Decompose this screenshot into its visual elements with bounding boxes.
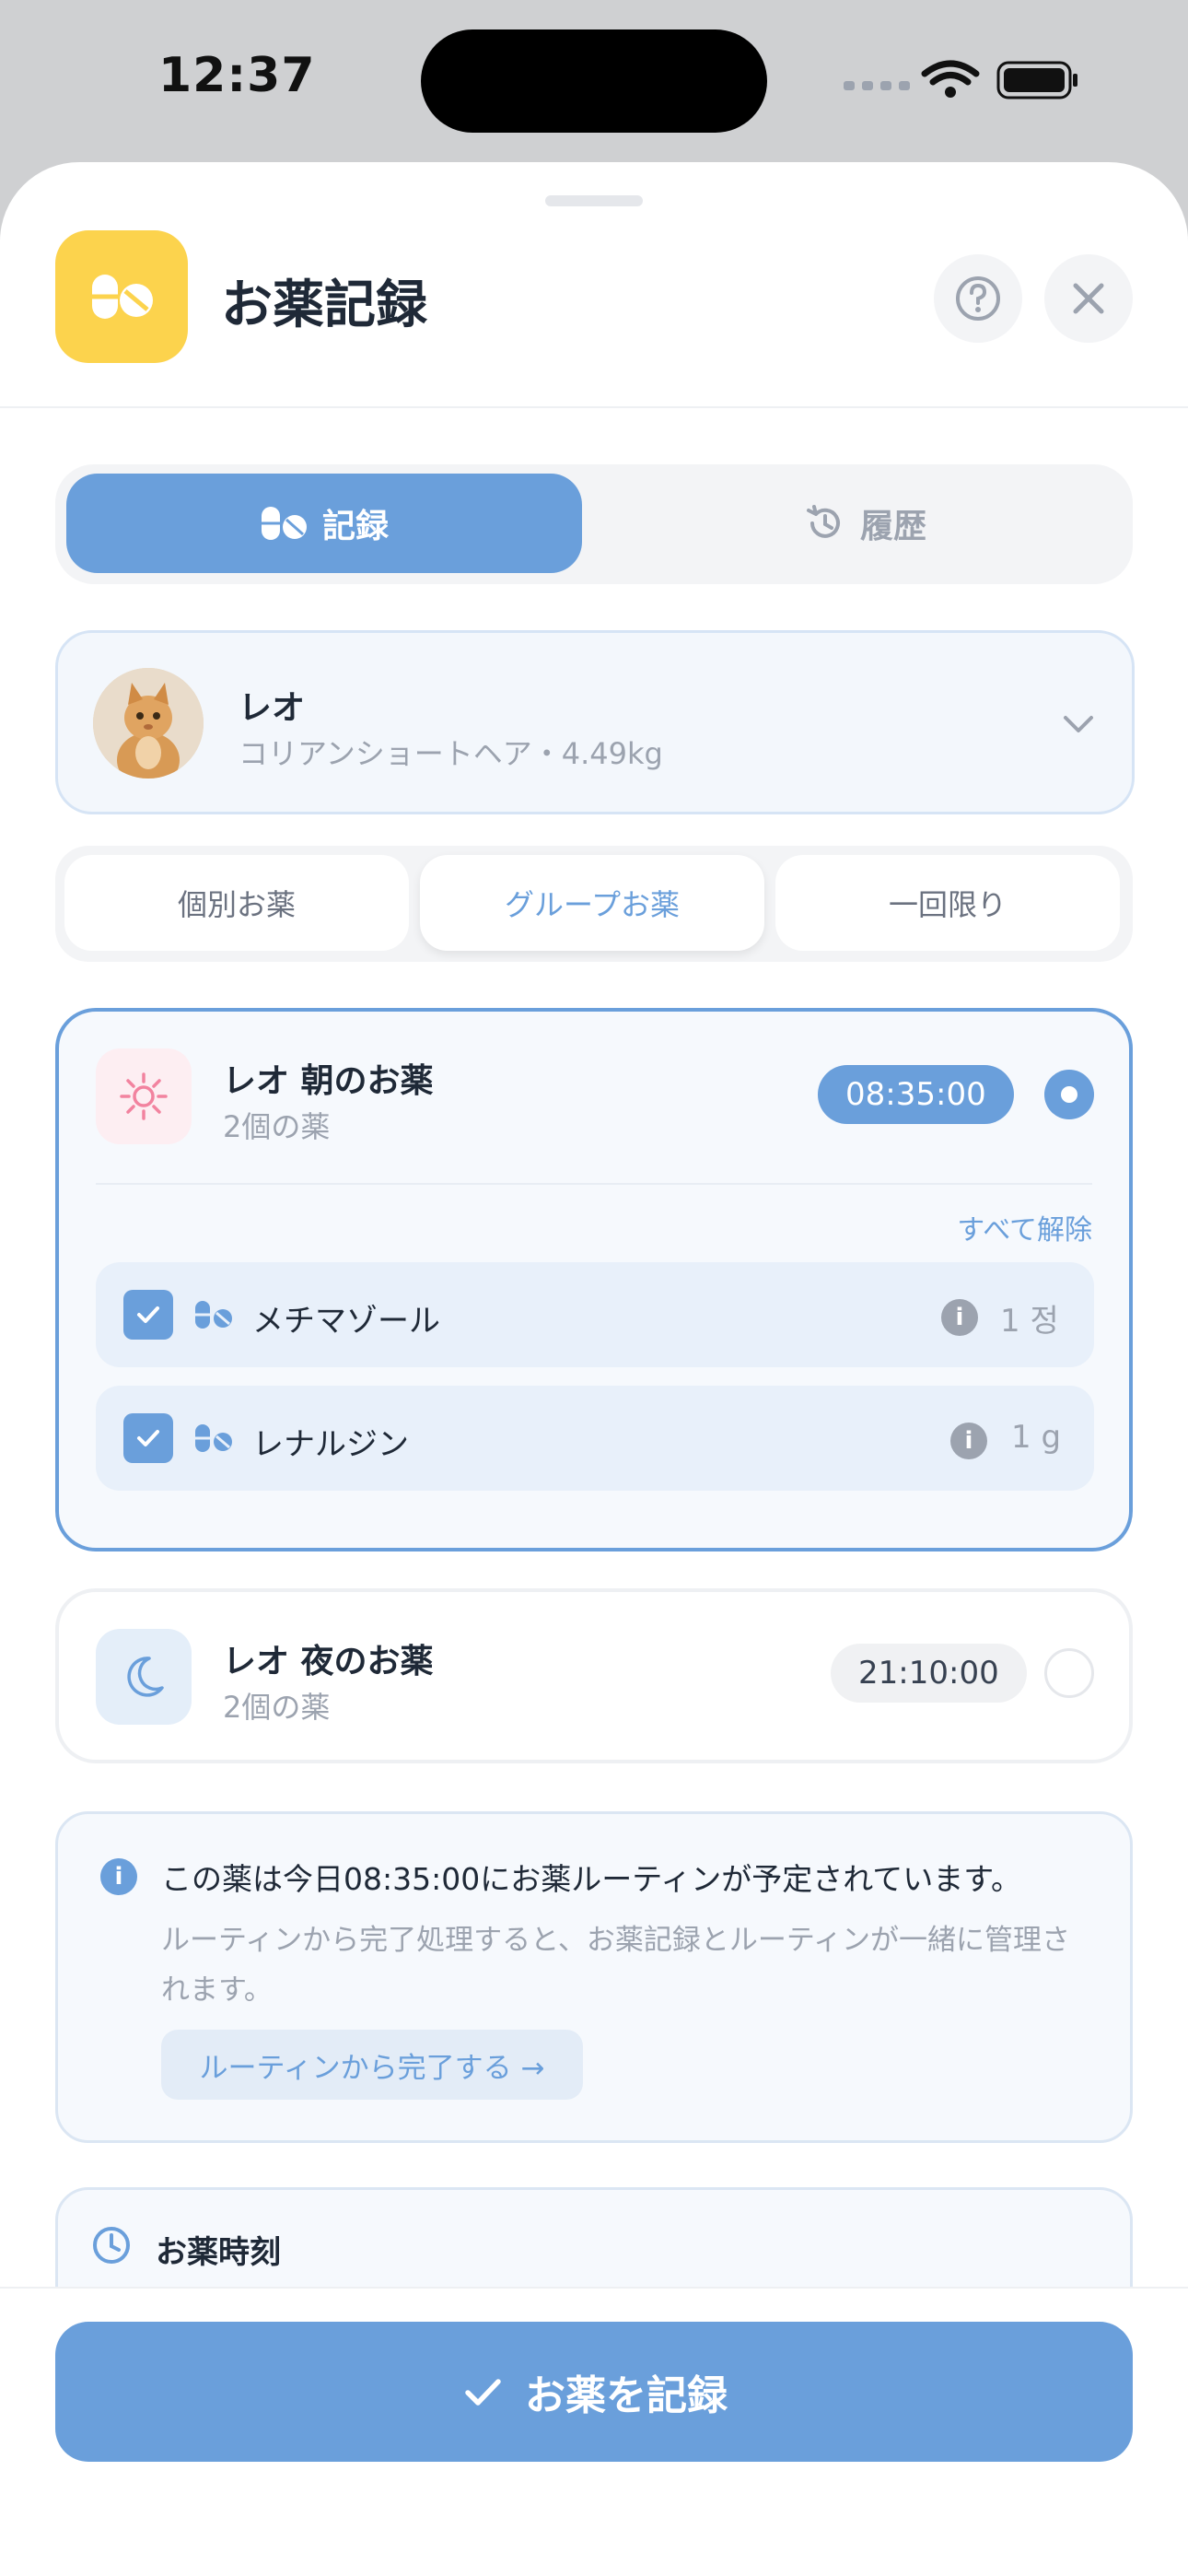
tab-one-time[interactable]: 一回限り [775, 855, 1120, 951]
group-select-radio[interactable] [1044, 1070, 1094, 1119]
group-select-radio[interactable] [1044, 1648, 1094, 1698]
record-tab-label: 記録 [321, 508, 389, 545]
notice-sub-text: ルーティンから完了処理すると、お薬記録とルーティンが一緒に管理されます。 [161, 1924, 1071, 2007]
group-name: レオ 夜のお薬 [223, 1643, 434, 1680]
pill-icon [195, 1301, 232, 1329]
pet-name: レオ [239, 689, 306, 727]
battery-icon [996, 61, 1077, 100]
status-time: 12:37 [158, 48, 316, 103]
page-title: お薬記録 [221, 275, 427, 335]
group-med-count: 2個の薬 [223, 1109, 331, 1144]
medication-sheet: お薬記録 記録 履歴 レオ コリアンショートヘア・4.49kg 個別お薬 グルー… [0, 162, 1188, 2576]
info-icon: i [100, 1858, 137, 1895]
question-icon [956, 276, 1000, 321]
close-button[interactable] [1044, 254, 1133, 343]
history-tab-label: 履歴 [859, 508, 926, 545]
routine-notice: i この薬は今日08:35:00にお薬ルーティンが予定されています。 ルーティン… [55, 1811, 1133, 2143]
medication-dose: 1 g [1011, 1419, 1062, 1456]
medication-type-tabs: 個別お薬 グループお薬 一回限り [55, 846, 1133, 962]
check-icon [137, 1306, 159, 1323]
pet-avatar [93, 668, 204, 779]
pill-app-icon [55, 230, 188, 363]
record-button-label: お薬を記録 [525, 2372, 728, 2419]
cellular-icon [844, 81, 910, 90]
deselect-all-button[interactable]: すべて解除 [957, 1207, 1092, 1247]
record-medication-button[interactable]: お薬を記録 [55, 2322, 1133, 2462]
medication-name: メチマゾール [252, 1303, 440, 1340]
check-icon [137, 1430, 159, 1446]
group-time-pill[interactable]: 08:35:00 [818, 1065, 1014, 1124]
medication-checkbox[interactable] [123, 1413, 173, 1463]
sheet-header: お薬記録 [0, 162, 1188, 408]
group-card-morning[interactable]: レオ 朝のお薬 2個の薬 08:35:00 すべて解除 メチマゾール i 1 정 [55, 1008, 1133, 1551]
tab-group[interactable]: グループお薬 [420, 855, 764, 951]
history-icon [806, 505, 840, 538]
tab-individual[interactable]: 個別お薬 [64, 855, 409, 951]
pet-selector[interactable]: レオ コリアンショートヘア・4.49kg [55, 630, 1135, 814]
info-icon[interactable]: i [941, 1299, 978, 1336]
history-tab[interactable]: 履歴 [608, 474, 1124, 573]
pill-icon [261, 507, 307, 540]
help-button[interactable] [934, 254, 1022, 343]
sun-icon [96, 1048, 192, 1144]
medication-row[interactable]: メチマゾール i 1 정 [96, 1262, 1094, 1367]
record-tab[interactable]: 記録 [66, 474, 582, 573]
pill-icon [195, 1424, 232, 1452]
medication-name: レナルジン [252, 1426, 409, 1463]
status-icons [844, 60, 1077, 100]
moon-icon [96, 1629, 192, 1725]
medication-checkbox[interactable] [123, 1290, 173, 1340]
wifi-icon [921, 60, 980, 86]
info-icon[interactable]: i [950, 1423, 987, 1459]
footer-bar: お薬を記録 [0, 2287, 1188, 2576]
group-name: レオ 朝のお薬 [223, 1062, 434, 1100]
clock-icon [93, 2227, 130, 2264]
mode-segmented-control: 記録 履歴 [55, 464, 1133, 584]
status-bar: 12:37 [0, 0, 1188, 166]
close-icon [1073, 283, 1104, 314]
pet-detail: コリアンショートヘア・4.49kg [239, 736, 663, 771]
medication-dose: 1 정 [1000, 1303, 1059, 1340]
card-divider [96, 1183, 1092, 1185]
medication-time-label: お薬時刻 [156, 2234, 281, 2271]
group-med-count: 2個の薬 [223, 1690, 331, 1725]
group-card-evening[interactable]: レオ 夜のお薬 2個の薬 21:10:00 [55, 1588, 1133, 1763]
chevron-down-icon [1064, 716, 1093, 732]
group-time-pill[interactable]: 21:10:00 [831, 1644, 1027, 1703]
complete-from-routine-button[interactable]: ルーティンから完了する → [161, 2030, 583, 2100]
dynamic-island [421, 29, 767, 133]
notice-main-text: この薬は今日08:35:00にお薬ルーティンが予定されています。 [161, 1861, 1021, 1897]
medication-row[interactable]: レナルジン i 1 g [96, 1386, 1094, 1491]
check-icon [465, 2379, 501, 2406]
